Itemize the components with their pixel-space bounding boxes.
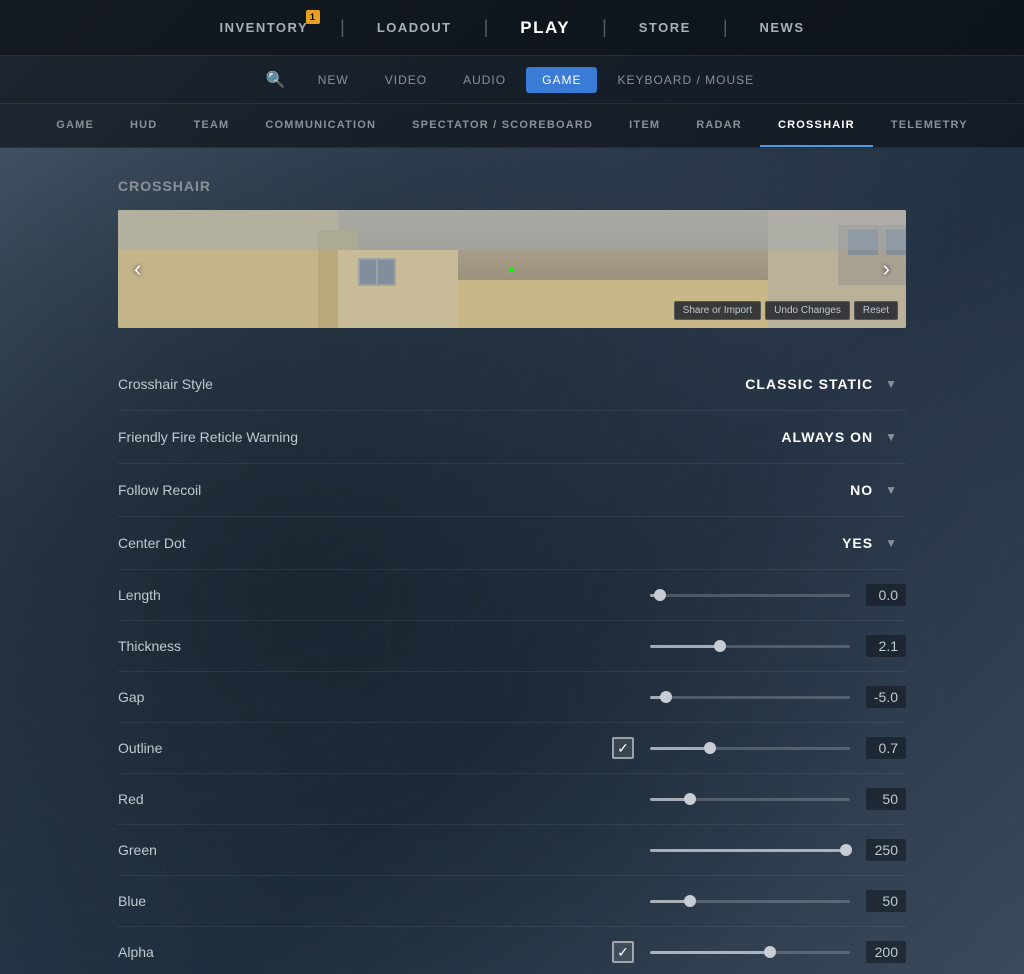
preview-next-button[interactable]: › [875,248,898,290]
alpha-row: Alpha ✓ 200 [118,927,906,974]
thickness-slider[interactable] [650,636,850,656]
outline-value: 0.7 [866,737,906,759]
alpha-label: Alpha [118,944,368,960]
nav-play[interactable]: PLAY [492,0,598,55]
nav-sep-4: | [719,17,732,38]
green-row: Green 250 [118,825,906,876]
center-dot-row: Center Dot YES ▼ [118,517,906,570]
friendly-fire-dropdown[interactable]: ALWAYS ON ▼ [773,425,906,449]
red-row: Red 50 [118,774,906,825]
section-title-crosshair: Crosshair [118,178,906,194]
outline-label: Outline [118,740,368,756]
subnav-item[interactable]: ITEM [611,104,678,147]
alpha-slider-container: ✓ 200 [612,941,906,963]
inventory-badge: 1 [306,10,320,24]
outline-slider[interactable] [650,738,850,758]
preview-prev-button[interactable]: ‹ [126,248,149,290]
follow-recoil-dropdown[interactable]: NO ▼ [842,478,906,502]
red-value: 50 [866,788,906,810]
subnav-spectator-scoreboard[interactable]: SPECTATOR / SCOREBOARD [394,104,611,147]
thickness-label: Thickness [118,638,368,654]
nav-store[interactable]: STORE [611,0,719,55]
gap-label: Gap [118,689,368,705]
subnav-communication[interactable]: COMMUNICATION [247,104,394,147]
subnav-game[interactable]: GAME [38,104,112,147]
gap-slider[interactable] [650,687,850,707]
chevron-down-icon: ▼ [885,430,898,444]
nav-sep-3: | [598,17,611,38]
thickness-value: 2.1 [866,635,906,657]
blue-slider-container: 50 [650,890,906,912]
gap-slider-container: -5.0 [650,686,906,708]
crosshair-preview: 14 ‹ › Share or Import Undo Changes Rese… [118,210,906,328]
nav-sep-1: | [336,17,349,38]
crosshair-style-label: Crosshair Style [118,376,368,392]
undo-changes-button[interactable]: Undo Changes [765,301,850,320]
alpha-value: 200 [866,941,906,963]
subnav-telemetry[interactable]: TELEMETRY [873,104,986,147]
settings-tab-keyboard-mouse[interactable]: KEYBOARD / MOUSE [601,67,770,93]
green-slider-container: 250 [650,839,906,861]
length-slider[interactable] [650,585,850,605]
outline-slider-container: ✓ 0.7 [612,737,906,759]
length-label: Length [118,587,368,603]
nav-sep-2: | [480,17,493,38]
outline-checkbox[interactable]: ✓ [612,737,634,759]
length-slider-container: 0.0 [650,584,906,606]
length-value: 0.0 [866,584,906,606]
subnav-team[interactable]: TEAM [175,104,247,147]
green-value: 250 [866,839,906,861]
follow-recoil-label: Follow Recoil [118,482,368,498]
thickness-slider-container: 2.1 [650,635,906,657]
gap-row: Gap -5.0 [118,672,906,723]
red-slider-container: 50 [650,788,906,810]
crosshair-style-dropdown[interactable]: CLASSIC STATIC ▼ [737,372,906,396]
settings-tab-audio[interactable]: AUDIO [447,67,522,93]
alpha-checkbox[interactable]: ✓ [612,941,634,963]
blue-row: Blue 50 [118,876,906,927]
sub-navigation: GAME HUD TEAM COMMUNICATION SPECTATOR / … [0,104,1024,148]
chevron-down-icon: ▼ [885,377,898,391]
length-row: Length 0.0 [118,570,906,621]
follow-recoil-row: Follow Recoil NO ▼ [118,464,906,517]
green-label: Green [118,842,368,858]
share-import-button[interactable]: Share or Import [674,301,761,320]
subnav-hud[interactable]: HUD [112,104,175,147]
chevron-down-icon: ▼ [885,536,898,550]
blue-slider[interactable] [650,891,850,911]
settings-tab-game[interactable]: GAME [526,67,597,93]
blue-label: Blue [118,893,368,909]
friendly-fire-row: Friendly Fire Reticle Warning ALWAYS ON … [118,411,906,464]
nav-inventory[interactable]: INVENTORY 1 [192,0,337,55]
settings-tab-video[interactable]: VIDEO [369,67,443,93]
alpha-slider[interactable] [650,942,850,962]
settings-tab-new[interactable]: NEW [302,67,365,93]
subnav-radar[interactable]: RADAR [678,104,760,147]
search-icon[interactable]: 🔍 [254,64,298,96]
crosshair-dot [510,267,514,271]
thickness-row: Thickness 2.1 [118,621,906,672]
center-dot-dropdown[interactable]: YES ▼ [834,531,906,555]
subnav-crosshair[interactable]: CROSSHAIR [760,104,873,147]
reset-button[interactable]: Reset [854,301,898,320]
chevron-down-icon: ▼ [885,483,898,497]
settings-navigation: 🔍 NEW VIDEO AUDIO GAME KEYBOARD / MOUSE [0,56,1024,104]
green-slider[interactable] [650,840,850,860]
red-label: Red [118,791,368,807]
top-navigation: INVENTORY 1 | LOADOUT | PLAY | STORE | N… [0,0,1024,56]
gap-value: -5.0 [866,686,906,708]
crosshair-style-row: Crosshair Style CLASSIC STATIC ▼ [118,358,906,411]
friendly-fire-label: Friendly Fire Reticle Warning [118,429,368,445]
outline-row: Outline ✓ 0.7 [118,723,906,774]
preview-action-buttons: Share or Import Undo Changes Reset [674,301,898,320]
blue-value: 50 [866,890,906,912]
main-content: Crosshair [0,148,1024,974]
nav-news[interactable]: NEWS [732,0,833,55]
red-slider[interactable] [650,789,850,809]
center-dot-label: Center Dot [118,535,368,551]
nav-loadout[interactable]: LOADOUT [349,0,480,55]
